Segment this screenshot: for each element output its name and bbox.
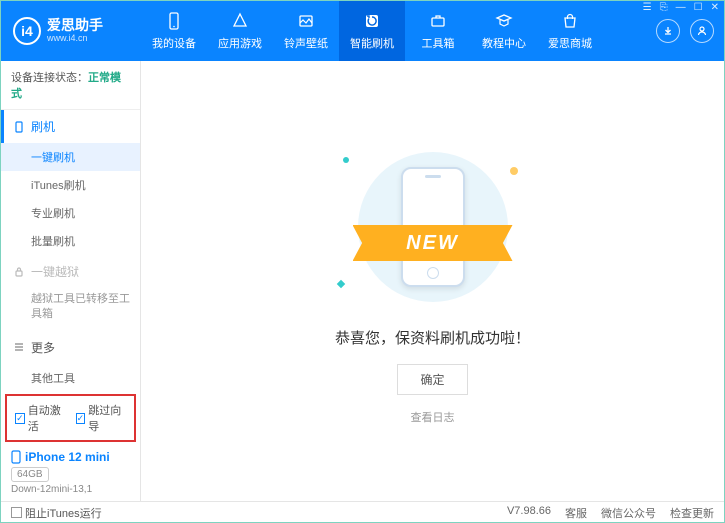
minimize-icon[interactable]: — <box>676 2 686 13</box>
device-storage: 64GB <box>11 467 49 482</box>
toolbox-icon <box>428 11 448 31</box>
nav-label: 应用游戏 <box>218 35 262 51</box>
device-info[interactable]: iPhone 12 mini 64GB Down-12mini-13,1 <box>1 444 140 501</box>
option-checkboxes: ✓ 自动激活 ✓ 跳过向导 <box>5 394 136 442</box>
sidebar-item-batch-flash[interactable]: 批量刷机 <box>1 227 140 255</box>
status-label: 设备连接状态： <box>11 72 88 84</box>
sidebar-header-label: 刷机 <box>31 118 55 135</box>
nav-apps[interactable]: 应用游戏 <box>207 1 273 61</box>
checkbox-auto-activate[interactable]: ✓ 自动激活 <box>15 402 66 434</box>
logo-area: i4 爱思助手 www.i4.cn <box>1 17 141 45</box>
nav-label: 教程中心 <box>482 35 526 51</box>
confirm-button[interactable]: 确定 <box>397 364 467 395</box>
checkbox-block-itunes[interactable]: 阻止iTunes运行 <box>11 505 102 521</box>
logo-icon: i4 <box>13 17 41 45</box>
phone-icon <box>13 121 25 133</box>
checkbox-label: 自动激活 <box>28 402 66 434</box>
checkbox-label: 阻止iTunes运行 <box>25 505 102 521</box>
device-icon <box>164 11 184 31</box>
footer-link-update[interactable]: 检查更新 <box>670 505 714 521</box>
device-name-text: iPhone 12 mini <box>25 450 110 464</box>
checkbox-label: 跳过向导 <box>88 402 126 434</box>
titlebar: ☰ ⎘ — ☐ ✕ i4 爱思助手 www.i4.cn 我的设备 应用游戏 铃声… <box>1 1 724 61</box>
nav-my-device[interactable]: 我的设备 <box>141 1 207 61</box>
window-controls: ☰ ⎘ — ☐ ✕ <box>643 2 719 13</box>
sidebar-item-oneclick-flash[interactable]: 一键刷机 <box>1 143 140 171</box>
nav-flash[interactable]: 智能刷机 <box>339 1 405 61</box>
nav-label: 爱思商城 <box>548 35 592 51</box>
device-name: iPhone 12 mini <box>11 450 130 464</box>
check-icon: ✓ <box>15 413 25 424</box>
version-label: V7.98.66 <box>507 505 551 521</box>
wallpaper-icon <box>296 11 316 31</box>
lock-icon <box>13 266 25 278</box>
nav-label: 我的设备 <box>152 35 196 51</box>
device-firmware: Down-12mini-13,1 <box>11 484 130 495</box>
sidebar-item-itunes-flash[interactable]: iTunes刷机 <box>1 171 140 199</box>
check-icon: ✓ <box>76 413 86 424</box>
nav-ringtone[interactable]: 铃声壁纸 <box>273 1 339 61</box>
footer: 阻止iTunes运行 V7.98.66 客服 微信公众号 检查更新 <box>1 501 724 523</box>
list-icon <box>13 341 25 353</box>
main-nav: 我的设备 应用游戏 铃声壁纸 智能刷机 工具箱 教程中心 爱思商城 <box>141 1 656 61</box>
nav-label: 铃声壁纸 <box>284 35 328 51</box>
connection-status: 设备连接状态：正常模式 <box>1 61 140 110</box>
titlebar-actions <box>656 19 724 43</box>
tutorial-icon <box>494 11 514 31</box>
nav-toolbox[interactable]: 工具箱 <box>405 1 471 61</box>
lock-icon[interactable]: ⎘ <box>660 2 668 13</box>
success-message: 恭喜您，保资料刷机成功啦！ <box>335 327 530 348</box>
checkbox-icon <box>11 507 22 518</box>
nav-store[interactable]: 爱思商城 <box>537 1 603 61</box>
apps-icon <box>230 11 250 31</box>
close-icon[interactable]: ✕ <box>711 2 719 13</box>
footer-link-service[interactable]: 客服 <box>565 505 587 521</box>
footer-link-wechat[interactable]: 微信公众号 <box>601 505 656 521</box>
sidebar-item-other-tools[interactable]: 其他工具 <box>1 364 140 392</box>
nav-label: 工具箱 <box>422 35 455 51</box>
sidebar-item-pro-flash[interactable]: 专业刷机 <box>1 199 140 227</box>
main-content: NEW 恭喜您，保资料刷机成功啦！ 确定 查看日志 <box>141 61 724 501</box>
app-url: www.i4.cn <box>47 34 103 44</box>
phone-icon <box>11 450 21 464</box>
download-button[interactable] <box>656 19 680 43</box>
sidebar-header-label: 更多 <box>31 339 55 356</box>
sidebar-header-flash[interactable]: 刷机 <box>1 110 140 143</box>
nav-tutorial[interactable]: 教程中心 <box>471 1 537 61</box>
menu-icon[interactable]: ☰ <box>643 2 652 13</box>
app-name: 爱思助手 <box>47 18 103 33</box>
success-illustration: NEW <box>333 147 533 307</box>
maximize-icon[interactable]: ☐ <box>694 2 703 13</box>
sidebar: 设备连接状态：正常模式 刷机 一键刷机 iTunes刷机 专业刷机 批量刷机 一… <box>1 61 141 501</box>
sidebar-header-more[interactable]: 更多 <box>1 331 140 364</box>
sidebar-header-label: 一键越狱 <box>31 263 79 280</box>
nav-label: 智能刷机 <box>350 35 394 51</box>
new-ribbon: NEW <box>353 225 513 261</box>
checkbox-skip-guide[interactable]: ✓ 跳过向导 <box>76 402 127 434</box>
flash-icon <box>362 11 382 31</box>
jailbreak-note: 越狱工具已转移至工具箱 <box>1 288 140 331</box>
user-button[interactable] <box>690 19 714 43</box>
view-log-link[interactable]: 查看日志 <box>411 409 455 425</box>
store-icon <box>560 11 580 31</box>
sidebar-header-jailbreak[interactable]: 一键越狱 <box>1 255 140 288</box>
